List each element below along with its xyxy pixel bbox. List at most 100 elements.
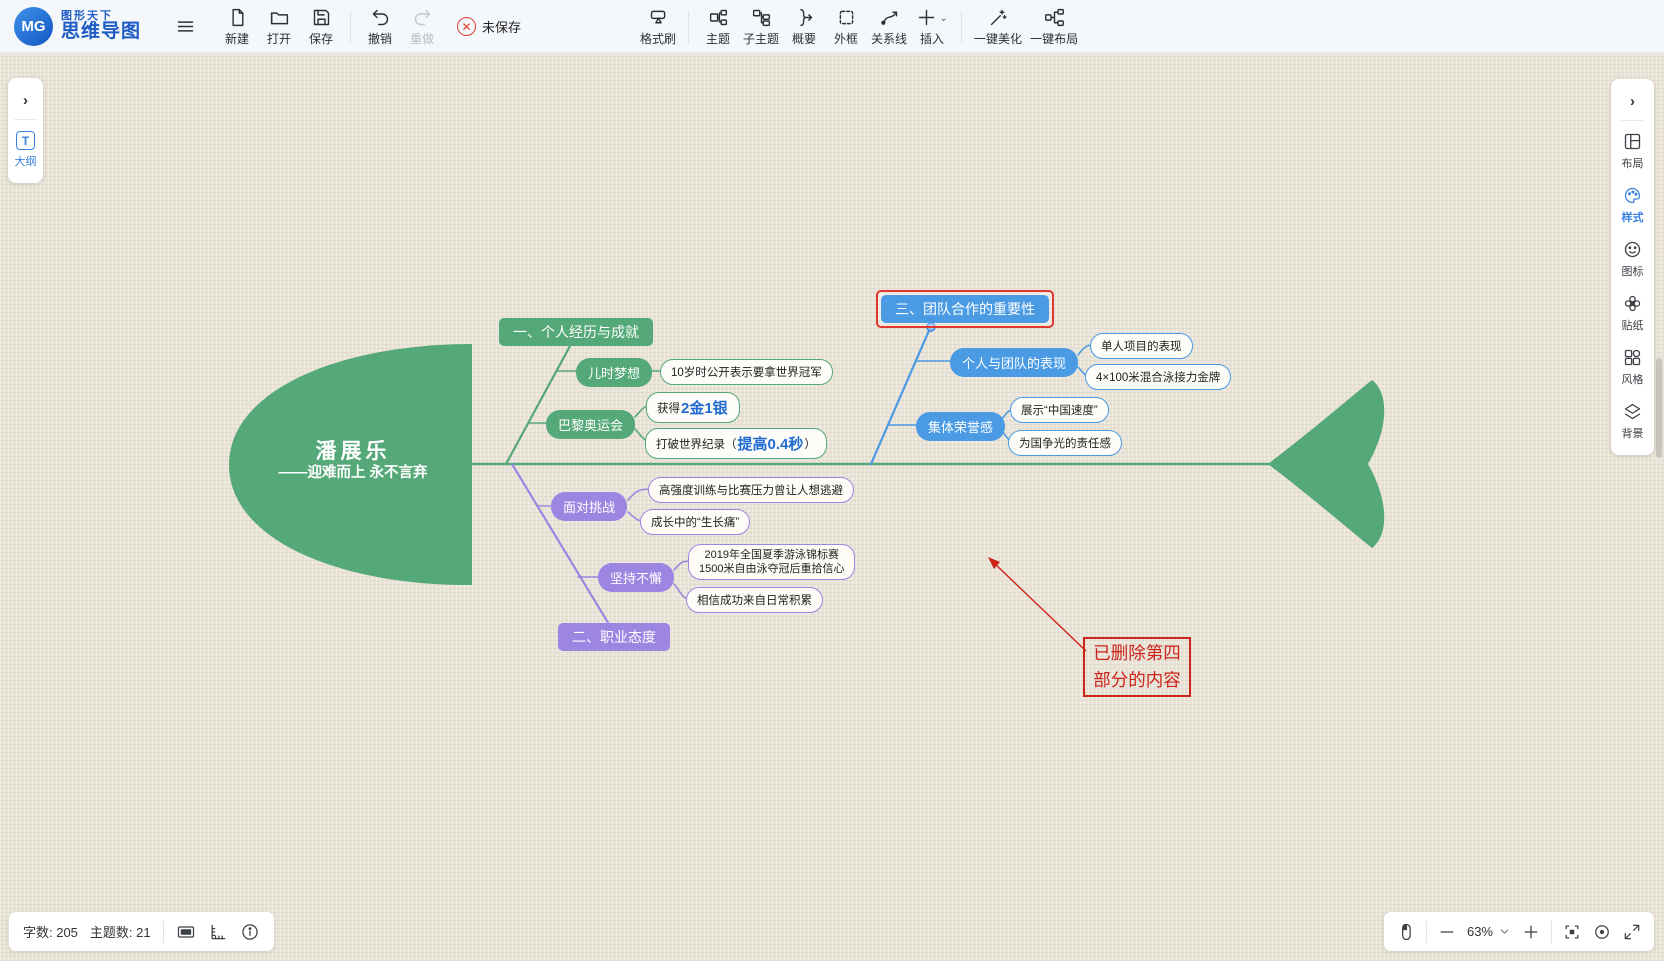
- subtopic-icon: [751, 7, 772, 28]
- topic-button[interactable]: 主题: [697, 2, 739, 52]
- frame-button[interactable]: 外框: [825, 2, 867, 52]
- redo-button[interactable]: 重做: [401, 2, 443, 52]
- status-bar: 字数: 205 主题数: 21: [9, 912, 274, 951]
- leaf-2019-championship[interactable]: 2019年全国夏季游泳锦标赛 1500米自由泳夺冠后重拾信心: [688, 544, 855, 580]
- summary-button[interactable]: 概要: [783, 2, 825, 52]
- subtopic-button[interactable]: 子主题: [739, 2, 783, 52]
- leaf-individual-performance[interactable]: 单人项目的表现: [1090, 333, 1193, 359]
- format-painter-icon: [648, 7, 669, 28]
- zoom-out-icon[interactable]: [1437, 922, 1457, 942]
- icon-tab[interactable]: 图标: [1622, 229, 1644, 283]
- vertical-scrollbar[interactable]: [1656, 358, 1662, 458]
- subtopic-face-challenges[interactable]: 面对挑战: [551, 492, 627, 521]
- undo-icon: [370, 7, 391, 28]
- frame-icon: [836, 7, 857, 28]
- right-panel-collapse-button[interactable]: ›: [1630, 85, 1635, 120]
- menu-button[interactable]: [168, 2, 202, 52]
- subtopic-paris-olympics[interactable]: 巴黎奥运会: [546, 410, 635, 439]
- sticker-tab[interactable]: 贴纸: [1622, 283, 1644, 337]
- theme-grid-icon: [1622, 347, 1643, 368]
- save-status: ✕ 未保存: [457, 17, 521, 36]
- magic-wand-icon: [988, 7, 1009, 28]
- right-panel: › 布局 样式 图标 贴纸 风格 背景: [1611, 79, 1654, 455]
- layout-tab[interactable]: 布局: [1622, 121, 1644, 175]
- undo-button[interactable]: 撤销: [359, 2, 401, 52]
- flower-icon: [1622, 293, 1643, 314]
- topic-icon: [708, 7, 729, 28]
- subtopic-perseverance[interactable]: 坚持不懈: [598, 563, 674, 592]
- branch-label-1[interactable]: 一、个人经历与成就: [499, 318, 653, 346]
- ruler-icon[interactable]: [208, 922, 228, 942]
- zoom-level-select[interactable]: 63%: [1467, 924, 1511, 939]
- open-button[interactable]: 打开: [258, 2, 300, 52]
- subtopic-childhood-dream[interactable]: 儿时梦想: [576, 358, 652, 387]
- auto-layout-icon: [1044, 7, 1065, 28]
- new-file-icon: [227, 7, 248, 28]
- outline-button[interactable]: T 大纲: [15, 120, 37, 177]
- background-tab[interactable]: 背景: [1622, 391, 1644, 445]
- brand-name-bottom: 思维导图: [61, 22, 141, 43]
- smiley-icon: [1622, 239, 1643, 260]
- new-button[interactable]: 新建: [216, 2, 258, 52]
- relation-line-icon: [879, 7, 900, 28]
- fish-tail-shape[interactable]: [1268, 380, 1384, 548]
- zoom-level-value: 63%: [1467, 924, 1493, 939]
- branch-label-2[interactable]: 二、职业态度: [558, 623, 670, 651]
- insert-caret-icon: ⌄: [939, 13, 947, 24]
- branch-label-3[interactable]: 三、团队合作的重要性: [881, 295, 1049, 323]
- annotation-box[interactable]: 已删除第四 部分的内容: [1083, 637, 1191, 697]
- annotation-line2: 部分的内容: [1085, 667, 1189, 694]
- layers-icon: [1622, 401, 1643, 422]
- toolbar-separator: [688, 11, 689, 43]
- layout-icon: [1622, 131, 1643, 152]
- style-tab[interactable]: 样式: [1622, 175, 1644, 229]
- format-painter-button[interactable]: 格式刷: [636, 2, 680, 52]
- leaf-training-pressure[interactable]: 高强度训练与比赛压力曾让人想逃避: [648, 477, 854, 503]
- selected-node-outline[interactable]: 三、团队合作的重要性: [876, 290, 1054, 328]
- center-view-icon[interactable]: [1592, 922, 1612, 942]
- unsaved-icon: ✕: [457, 17, 476, 36]
- leaf-daily-accumulation[interactable]: 相信成功来自日常积累: [686, 587, 823, 613]
- top-toolbar: MG 图形天下 思维导图 新建 打开 保存: [0, 0, 1664, 53]
- info-icon[interactable]: [240, 922, 260, 942]
- zoom-in-icon[interactable]: [1521, 922, 1541, 942]
- word-count: 字数: 205: [23, 922, 78, 941]
- fullscreen-icon[interactable]: [1622, 922, 1642, 942]
- theme-tab[interactable]: 风格: [1622, 337, 1644, 391]
- central-topic-subtitle: ——迎难而上 永不言弃: [242, 464, 464, 483]
- screen-icon[interactable]: [176, 922, 196, 942]
- subtopic-individual-and-team[interactable]: 个人与团队的表现: [950, 348, 1078, 377]
- leaf-world-champion[interactable]: 10岁时公开表示要拿世界冠军: [660, 359, 833, 385]
- leaf-relay-gold[interactable]: 4×100米混合泳接力金牌: [1085, 364, 1231, 390]
- leaf-world-record[interactable]: 打破世界纪录（提高0.4秒）: [645, 428, 827, 459]
- beautify-button[interactable]: 一键美化: [970, 2, 1026, 52]
- annotation-arrow[interactable]: [988, 557, 1086, 651]
- unsaved-label: 未保存: [482, 17, 521, 36]
- palette-icon: [1622, 185, 1643, 206]
- leaf-china-speed[interactable]: 展示“中国速度”: [1010, 397, 1109, 423]
- save-icon: [311, 7, 332, 28]
- redo-icon: [412, 7, 433, 28]
- open-folder-icon: [269, 7, 290, 28]
- canvas[interactable]: 潘展乐 ——迎难而上 永不言弃 一、个人经历与成就 儿时梦想 10岁时公开表示要…: [0, 0, 1664, 961]
- left-panel-expand-button[interactable]: ›: [23, 84, 28, 119]
- save-button[interactable]: 保存: [300, 2, 342, 52]
- leaf-medals[interactable]: 获得2金1银: [646, 392, 740, 423]
- logo-icon: MG: [14, 7, 53, 46]
- insert-button[interactable]: ⌄ 插入: [911, 2, 953, 52]
- relation-line-button[interactable]: 关系线: [867, 2, 911, 52]
- summary-icon: [794, 7, 815, 28]
- subtopic-collective-honor[interactable]: 集体荣誉感: [916, 412, 1005, 441]
- leaf-national-pride[interactable]: 为国争光的责任感: [1008, 430, 1122, 456]
- zoombar-separator: [1551, 921, 1552, 943]
- outline-icon: T: [16, 131, 35, 150]
- central-topic[interactable]: 潘展乐 ——迎难而上 永不言弃: [242, 440, 464, 483]
- app-logo[interactable]: MG 图形天下 思维导图: [14, 7, 141, 46]
- zoombar-separator: [1426, 921, 1427, 943]
- leaf-growing-pains[interactable]: 成长中的“生长痛”: [640, 509, 750, 535]
- mouse-mode-icon[interactable]: [1396, 922, 1416, 942]
- auto-layout-button[interactable]: 一键布局: [1026, 2, 1082, 52]
- zoom-bar: 63%: [1384, 912, 1654, 951]
- fit-view-icon[interactable]: [1562, 922, 1582, 942]
- hamburger-icon: [175, 16, 196, 37]
